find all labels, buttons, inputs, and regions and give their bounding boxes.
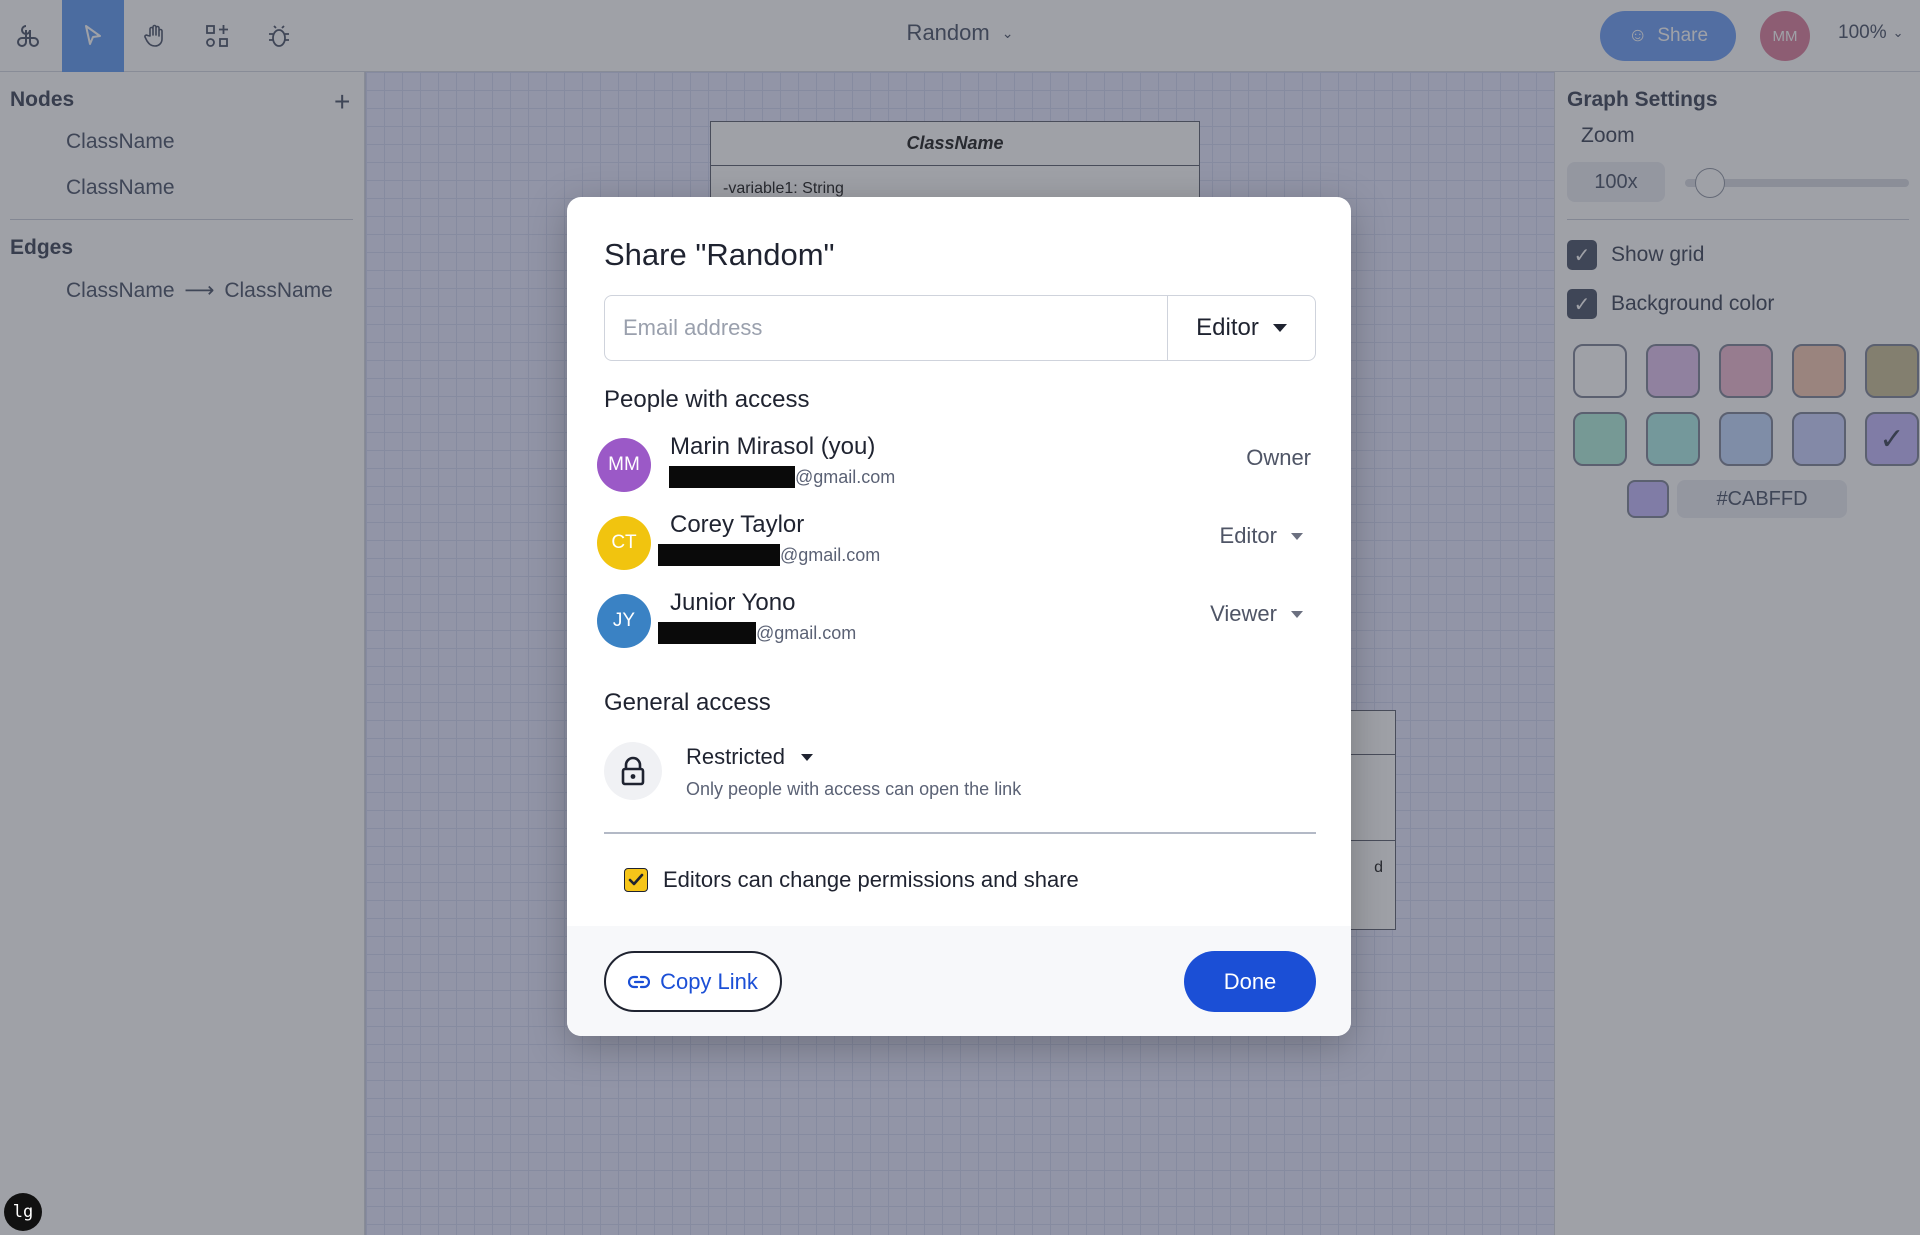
avatar: MM: [597, 438, 651, 492]
avatar: JY: [597, 594, 651, 648]
person-row: CT Corey Taylor @gmail.com Editor: [597, 511, 1317, 577]
person-row: MM Marin Mirasol (you) @gmail.com Owner: [597, 433, 1317, 499]
person-row: JY Junior Yono @gmail.com Viewer: [597, 589, 1317, 655]
redacted-text: [669, 466, 795, 488]
email-input[interactable]: [605, 296, 1167, 360]
role-label: Owner: [1246, 445, 1311, 470]
invite-role-select[interactable]: Editor: [1167, 296, 1315, 360]
email-domain: @gmail.com: [756, 622, 857, 643]
role-label: Viewer: [1210, 601, 1277, 626]
general-access-heading: General access: [604, 689, 771, 716]
person-email: @gmail.com: [669, 466, 895, 488]
debug-badge[interactable]: lg: [4, 1193, 42, 1231]
check-icon: [628, 873, 644, 886]
email-domain: @gmail.com: [795, 466, 896, 487]
access-description: Only people with access can open the lin…: [686, 779, 1022, 799]
invite-role-value: Editor: [1196, 314, 1259, 341]
people-heading: People with access: [604, 386, 810, 413]
person-name: Junior Yono: [670, 589, 796, 616]
person-email: @gmail.com: [658, 544, 880, 566]
avatar: CT: [597, 516, 651, 570]
person-role-select[interactable]: Editor: [1220, 523, 1303, 549]
person-role-select[interactable]: Viewer: [1210, 601, 1303, 627]
link-icon: [628, 975, 651, 988]
copy-link-button[interactable]: Copy Link: [604, 951, 782, 1012]
copy-link-label: Copy Link: [660, 968, 758, 994]
caret-down-icon: [1272, 324, 1287, 332]
general-access-select[interactable]: Restricted: [686, 744, 814, 770]
person-role: Owner: [1246, 445, 1311, 471]
caret-down-icon: [1291, 610, 1303, 618]
person-name: Corey Taylor: [670, 511, 805, 538]
redacted-text: [658, 622, 756, 644]
lock-badge: [604, 742, 662, 800]
role-label: Editor: [1219, 523, 1277, 548]
divider: [604, 832, 1316, 834]
invite-row: Editor: [604, 295, 1316, 361]
access-level: Restricted: [686, 744, 786, 769]
share-dialog: Share "Random" Editor People with access…: [567, 197, 1351, 1036]
dialog-footer: Copy Link Done: [567, 926, 1351, 1036]
done-button[interactable]: Done: [1184, 951, 1316, 1012]
editors-permission-label: Editors can change permissions and share: [663, 867, 1079, 892]
caret-down-icon: [1291, 532, 1303, 540]
lock-icon: [621, 756, 645, 786]
dialog-title: Share "Random": [604, 237, 835, 272]
caret-down-icon: [801, 753, 814, 761]
editors-permission-checkbox[interactable]: [624, 868, 648, 892]
person-name: Marin Mirasol (you): [670, 433, 876, 460]
redacted-text: [658, 544, 780, 566]
person-email: @gmail.com: [658, 622, 856, 644]
email-domain: @gmail.com: [780, 544, 881, 565]
